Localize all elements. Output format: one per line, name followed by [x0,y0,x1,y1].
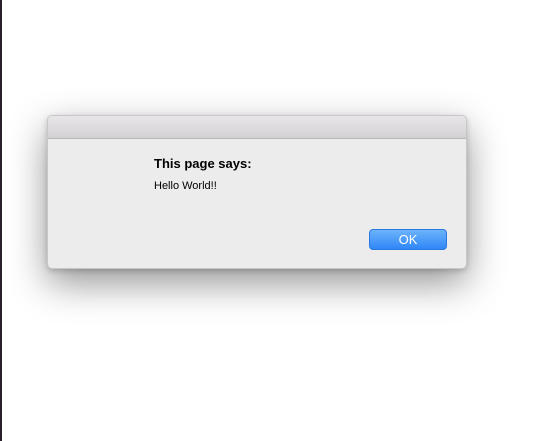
dialog-titlebar [48,116,466,139]
dialog-title: This page says: [154,156,252,171]
ok-button[interactable]: OK [369,229,447,250]
dialog-message: Hello World!! [154,180,217,192]
browser-page: This page says: Hello World!! OK [0,0,560,441]
alert-dialog: This page says: Hello World!! OK [47,115,467,269]
window-edge [0,0,2,441]
